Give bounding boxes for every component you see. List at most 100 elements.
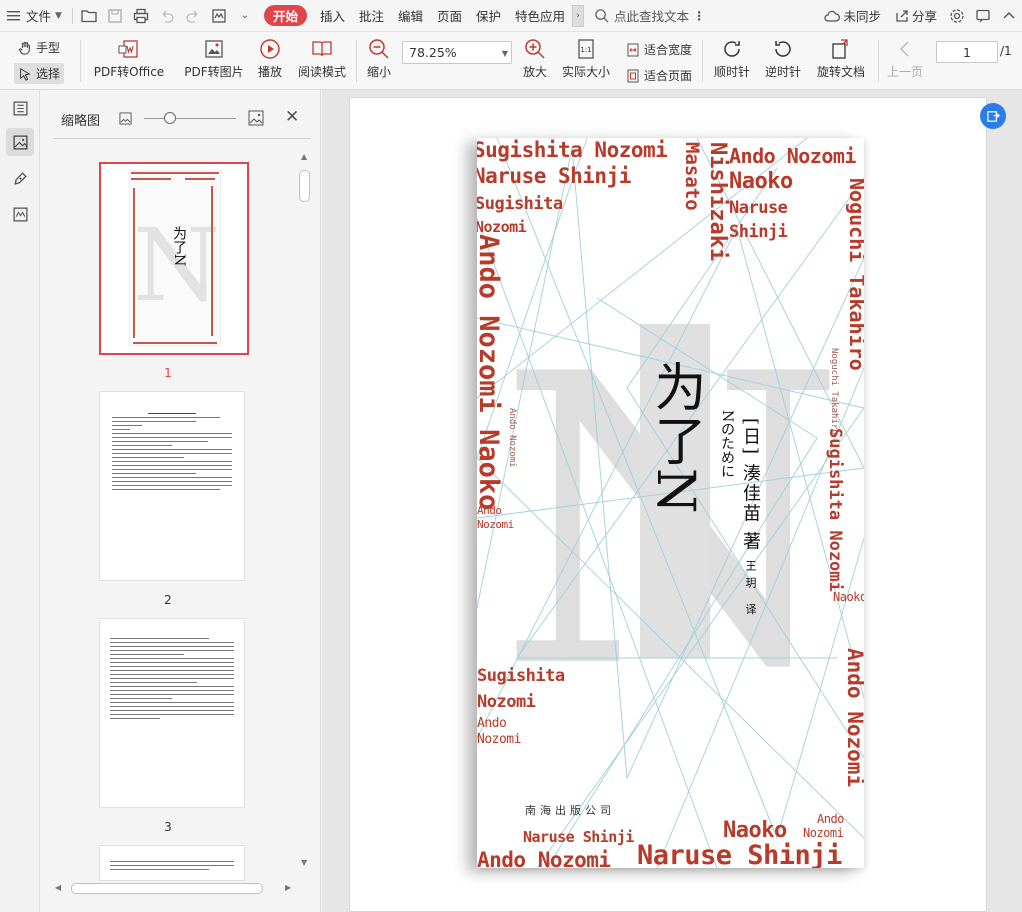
more-down-icon[interactable]: ⌄ bbox=[232, 0, 258, 32]
current-page-value: 1 bbox=[963, 44, 971, 60]
save-icon[interactable] bbox=[102, 0, 128, 32]
close-icon[interactable]: ✕ bbox=[285, 107, 299, 127]
thumbnail-page-2[interactable] bbox=[99, 391, 245, 581]
separator bbox=[702, 40, 703, 82]
rotate-clockwise-label: 顺时针 bbox=[713, 65, 750, 79]
cover-name-naoko-mid: Naoko bbox=[833, 590, 864, 604]
signature-icon[interactable] bbox=[206, 0, 232, 32]
rotate-counterclockwise-button[interactable]: 逆时针 bbox=[763, 35, 803, 80]
tab-page[interactable]: 页面 bbox=[430, 0, 469, 32]
cover-name-shinji: Shinji bbox=[729, 222, 788, 242]
read-mode-button[interactable]: 阅读模式 bbox=[297, 35, 347, 80]
ribbon-toolbar: 手型 选择 PDF转Office PDF转图片 播放 阅读模式 缩小 78.25… bbox=[0, 32, 1022, 90]
select-tool-label: 选择 bbox=[36, 67, 61, 81]
page-number-input[interactable]: 1 bbox=[936, 41, 998, 63]
cover-subtitle: Nのために bbox=[719, 410, 735, 479]
cover-name-naruse-shinji-big: Naruse Shinji bbox=[637, 840, 842, 868]
cover-name-noguchi: Noguchi Takahiro bbox=[845, 178, 864, 371]
scroll-right-arrow[interactable]: ▶ bbox=[285, 883, 291, 892]
print-icon[interactable] bbox=[128, 0, 154, 32]
tab-insert[interactable]: 插入 bbox=[313, 0, 352, 32]
prev-page-button[interactable]: 上一页 bbox=[886, 35, 924, 80]
undo-icon[interactable] bbox=[154, 0, 180, 32]
hand-icon bbox=[19, 41, 30, 55]
play-button[interactable]: 播放 bbox=[254, 35, 286, 80]
cover-author: [日] 湊佳苗 著 bbox=[740, 418, 761, 552]
scroll-up-arrow[interactable]: ▲ bbox=[301, 152, 307, 161]
tab-edit[interactable]: 编辑 bbox=[391, 0, 430, 32]
fit-page-button[interactable]: 适合页面 bbox=[626, 67, 692, 84]
scroll-thumb[interactable] bbox=[299, 170, 310, 202]
hamburger-icon bbox=[7, 10, 20, 20]
file-menu[interactable]: 文件 ▼ bbox=[0, 0, 69, 32]
menu-bar: 文件 ▼ ⌄ 开始 插入 批注 编辑 页面 保护 特色应用 › 点此查找文本 ⋮… bbox=[0, 0, 1022, 32]
separator bbox=[71, 7, 73, 24]
zoom-out-button[interactable]: 缩小 bbox=[365, 35, 393, 80]
prev-page-label: 上一页 bbox=[886, 65, 923, 79]
thumbnail-size-slider[interactable] bbox=[144, 112, 236, 124]
rotate-clockwise-button[interactable]: 顺时针 bbox=[712, 35, 752, 80]
hand-tool-label: 手型 bbox=[36, 41, 61, 55]
thumbnail-horizontal-scrollbar[interactable]: ◀ ▶ bbox=[55, 881, 295, 897]
chevron-left-icon bbox=[899, 41, 909, 57]
thumbnail-panel-button[interactable] bbox=[6, 128, 34, 156]
cover-name-sugishita: Sugishita bbox=[477, 194, 563, 214]
cover-name-naruse: Naruse bbox=[729, 198, 788, 218]
tab-start[interactable]: 开始 bbox=[263, 5, 307, 26]
small-image-icon[interactable] bbox=[119, 112, 132, 125]
fit-page-label: 适合页面 bbox=[644, 69, 693, 83]
actual-size-button[interactable]: 1:1 实际大小 bbox=[560, 35, 612, 80]
tab-features[interactable]: 特色应用 bbox=[508, 0, 572, 32]
cover-name-nozomi-bottom: Nozomi bbox=[803, 826, 844, 840]
share-label: 分享 bbox=[911, 9, 937, 24]
thumbnail-page-1-cover: N 为了N bbox=[103, 166, 245, 351]
tab-protect[interactable]: 保护 bbox=[469, 0, 508, 32]
slider-handle[interactable] bbox=[164, 112, 176, 124]
scroll-thumb[interactable] bbox=[71, 883, 263, 894]
thumbnail-page-3[interactable] bbox=[99, 618, 245, 808]
signature-panel-button[interactable] bbox=[6, 200, 34, 228]
redo-icon[interactable] bbox=[180, 0, 206, 32]
more-tabs-button[interactable]: › bbox=[572, 4, 585, 27]
pdf-to-image-button[interactable]: PDF转图片 bbox=[184, 35, 244, 80]
tab-annotate[interactable]: 批注 bbox=[352, 0, 391, 32]
scroll-left-arrow[interactable]: ◀ bbox=[55, 883, 61, 892]
scroll-down-arrow[interactable]: ▼ bbox=[301, 858, 307, 867]
rotate-document-button[interactable]: 旋转文档 bbox=[815, 35, 867, 80]
open-folder-icon[interactable] bbox=[76, 0, 102, 32]
zoom-in-button[interactable]: 放大 bbox=[521, 35, 549, 80]
pdf-to-office-button[interactable]: PDF转Office bbox=[90, 35, 168, 80]
thumbnail-page-3-number: 3 bbox=[164, 820, 172, 834]
bookmark-list-button[interactable] bbox=[6, 94, 34, 122]
select-tool-button[interactable]: 选择 bbox=[14, 63, 65, 84]
thumbnail-page-1[interactable]: N 为了N bbox=[99, 162, 249, 355]
cover-name-ando-nozomi-top: Ando Nozomi bbox=[729, 144, 856, 168]
message-icon[interactable] bbox=[970, 0, 996, 32]
separator bbox=[878, 40, 879, 82]
thumbnail-page-4[interactable] bbox=[99, 845, 245, 881]
search-box[interactable]: 点此查找文本 ⋮ bbox=[594, 6, 705, 25]
collapse-ribbon-icon[interactable] bbox=[996, 0, 1022, 32]
file-menu-label: 文件 bbox=[26, 9, 52, 24]
annotation-panel-button[interactable] bbox=[6, 164, 34, 192]
share-icon bbox=[896, 9, 908, 22]
total-pages-value: /1 bbox=[1000, 44, 1012, 58]
cover-title: 为了N bbox=[645, 360, 705, 516]
zoom-level-select[interactable]: 78.25% ▼ bbox=[402, 41, 512, 64]
settings-gear-icon[interactable] bbox=[944, 0, 970, 32]
fit-width-button[interactable]: 适合宽度 bbox=[626, 41, 692, 58]
thumbnail-vertical-scrollbar[interactable]: ▲ ▼ bbox=[298, 152, 312, 874]
rotate-counterclockwise-label: 逆时针 bbox=[764, 65, 801, 79]
large-image-icon[interactable] bbox=[248, 110, 264, 126]
chevron-down-icon: ▼ bbox=[55, 10, 62, 21]
hand-tool-button[interactable]: 手型 bbox=[18, 39, 60, 56]
cloud-icon bbox=[824, 10, 841, 22]
read-mode-label: 阅读模式 bbox=[297, 65, 346, 79]
chevron-down-icon: ▼ bbox=[501, 49, 508, 58]
svg-text:1:1: 1:1 bbox=[580, 46, 591, 54]
floating-convert-button[interactable] bbox=[980, 103, 1006, 129]
cover-name-sugishita-right: Sugishita Nozomi bbox=[825, 428, 845, 592]
thumbnail-page-2-text bbox=[112, 413, 232, 490]
sync-status[interactable]: 未同步 bbox=[817, 0, 888, 32]
share-button[interactable]: 分享 bbox=[888, 0, 944, 32]
